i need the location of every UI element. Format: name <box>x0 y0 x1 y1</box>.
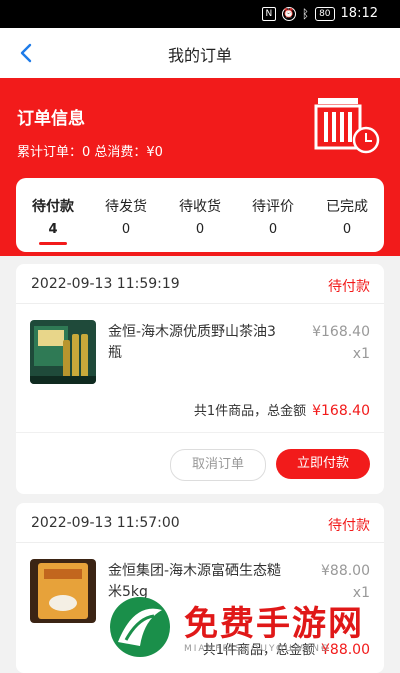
store-clock-icon <box>314 98 380 154</box>
divider <box>16 303 384 304</box>
watermark-subtext: MIANFEISHOUYOUWANG <box>184 644 330 654</box>
nfc-icon: N <box>261 6 276 21</box>
tab-label: 待收货 <box>179 199 221 215</box>
status-bar: N ⏰ ᛒ 80 18:12 <box>0 0 400 28</box>
nav-bar: 我的订单 <box>0 28 400 78</box>
tab-pending-shipment[interactable]: 待发货 0 <box>96 196 156 237</box>
page-title: 我的订单 <box>167 46 232 65</box>
product-thumbnail[interactable] <box>30 320 96 384</box>
tab-completed[interactable]: 已完成 0 <box>317 196 377 237</box>
order-status-tabs: 待付款 4 待发货 0 待收货 0 待评价 0 已完成 0 <box>16 178 384 252</box>
summary-text: 共1件商品，总金额 <box>193 404 307 419</box>
product-thumbnail[interactable] <box>30 559 96 623</box>
watermark-text: 免费手游网 <box>184 604 364 644</box>
bluetooth-icon: ᛒ <box>301 6 310 21</box>
divider <box>16 542 384 543</box>
order-stats: 累计订单：0 总消费：¥0 <box>17 145 163 160</box>
tab-count: 4 <box>48 222 58 237</box>
tab-label: 待发货 <box>105 199 147 215</box>
tab-label: 待付款 <box>32 199 74 215</box>
tab-label: 已完成 <box>326 199 368 215</box>
status-time: 18:12 <box>340 6 378 21</box>
order-status: 待付款 <box>328 518 370 534</box>
divider <box>16 432 384 433</box>
tab-pending-review[interactable]: 待评价 0 <box>243 196 303 237</box>
tab-count: 0 <box>121 222 131 237</box>
product-price: ¥88.00 <box>321 563 370 579</box>
watermark-logo-icon <box>110 597 170 657</box>
order-date: 2022-09-13 11:59:19 <box>31 276 180 292</box>
cancel-order-button[interactable]: 取消订单 <box>170 449 266 481</box>
order-total: ¥168.40 <box>312 403 370 419</box>
watermark: 免费手游网 MIANFEISHOUYOUWANG <box>100 592 400 666</box>
tab-count: 0 <box>268 222 278 237</box>
tab-count: 0 <box>195 222 205 237</box>
order-card[interactable]: 2022-09-13 11:59:19 待付款 金恒-海木源优质野山茶油3瓶 ¥… <box>16 264 384 494</box>
order-summary: 共1件商品，总金额 ¥168.40 <box>194 400 370 419</box>
tab-pending-payment[interactable]: 待付款 4 <box>23 196 83 245</box>
product-quantity: x1 <box>352 346 370 362</box>
alarm-icon: ⏰ <box>281 6 296 21</box>
tab-count: 0 <box>342 222 352 237</box>
product-name[interactable]: 金恒-海木源优质野山茶油3瓶 <box>108 322 288 364</box>
tab-label: 待评价 <box>252 199 294 215</box>
battery-icon: 80 <box>315 6 335 21</box>
pay-now-button[interactable]: 立即付款 <box>276 449 370 479</box>
active-tab-indicator <box>39 242 67 245</box>
tab-pending-receipt[interactable]: 待收货 0 <box>170 196 230 237</box>
order-date: 2022-09-13 11:57:00 <box>31 515 180 531</box>
product-price: ¥168.40 <box>312 324 370 340</box>
order-info-title: 订单信息 <box>17 109 85 129</box>
order-status: 待付款 <box>328 279 370 295</box>
